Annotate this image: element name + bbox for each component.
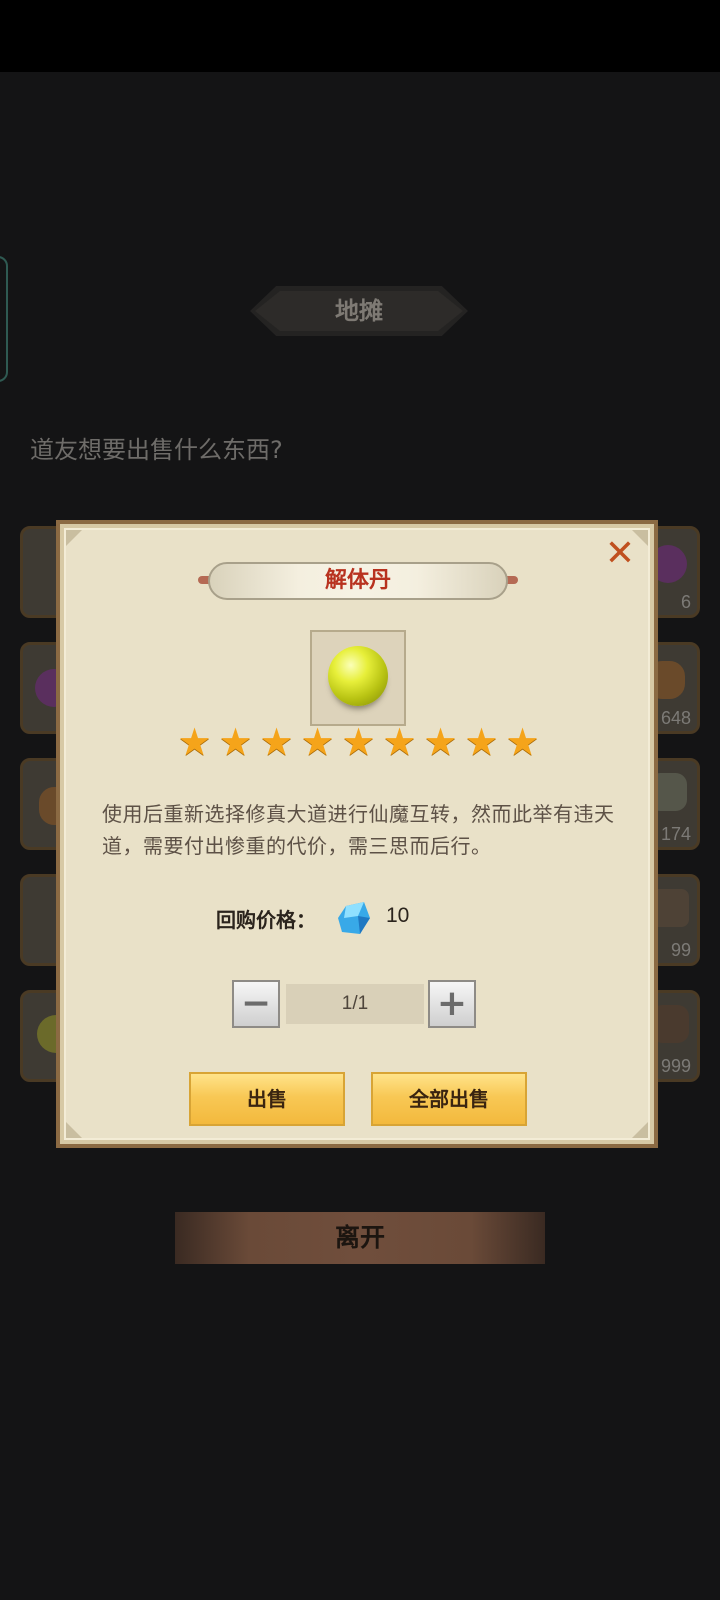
dialog-corner-ornament xyxy=(66,1122,82,1138)
screen: 地摊 道友想要出售什么东西? 6 648 174 99 999 离开 ✕ 解体丹… xyxy=(0,0,720,1600)
star-icon: ★ xyxy=(464,720,499,764)
item-name-banner: 解体丹 xyxy=(208,562,508,600)
dialog-corner-ornament xyxy=(66,530,82,546)
price-value: 10 xyxy=(386,904,410,927)
side-tab[interactable] xyxy=(0,256,8,382)
star-icon: ★ xyxy=(177,720,212,764)
gem-icon xyxy=(338,902,370,934)
slot-count: 648 xyxy=(660,708,691,728)
leave-button[interactable]: 离开 xyxy=(175,1212,545,1264)
item-icon-frame xyxy=(310,630,406,726)
star-icon: ★ xyxy=(218,720,253,764)
star-icon: ★ xyxy=(505,720,540,764)
item-name: 解体丹 xyxy=(324,568,391,593)
slot-count: 174 xyxy=(660,824,691,844)
sell-all-button[interactable]: 全部出售 xyxy=(371,1072,527,1126)
star-icon: ★ xyxy=(423,720,458,764)
quantity-field[interactable]: 1/1 xyxy=(286,984,424,1024)
slot-count: 99 xyxy=(670,940,691,960)
item-description: 使用后重新选择修真大道进行仙魔互转，然而此举有违天道，需要付出惨重的代价，需三思… xyxy=(102,802,615,858)
close-icon[interactable]: ✕ xyxy=(602,536,638,572)
price-label: 回购价格： xyxy=(216,908,316,932)
star-rating: ★ ★ ★ ★ ★ ★ ★ ★ ★ xyxy=(176,720,546,764)
page-title: 地摊 xyxy=(335,297,383,325)
pill-icon xyxy=(328,646,388,706)
status-bar xyxy=(0,0,720,72)
item-sell-dialog: ✕ 解体丹 ★ ★ ★ ★ ★ ★ ★ ★ ★ 使用后重新选择修真大道进行仙魔互转，然而此举有违… xyxy=(56,520,658,1148)
star-icon: ★ xyxy=(300,720,335,764)
sell-button[interactable]: 出售 xyxy=(189,1072,345,1126)
title-plate: 地摊 xyxy=(250,286,468,336)
slot-count: 999 xyxy=(660,1056,691,1076)
quantity-stepper: − 1/1 + xyxy=(232,980,478,1028)
star-icon: ★ xyxy=(259,720,294,764)
star-icon: ★ xyxy=(341,720,376,764)
sell-prompt: 道友想要出售什么东西? xyxy=(30,436,283,464)
star-icon: ★ xyxy=(382,720,417,764)
decrease-quantity-button[interactable]: − xyxy=(232,980,280,1028)
slot-count: 6 xyxy=(680,592,691,612)
leave-button-label: 离开 xyxy=(334,1223,385,1252)
dialog-corner-ornament xyxy=(632,1122,648,1138)
increase-quantity-button[interactable]: + xyxy=(428,980,476,1028)
